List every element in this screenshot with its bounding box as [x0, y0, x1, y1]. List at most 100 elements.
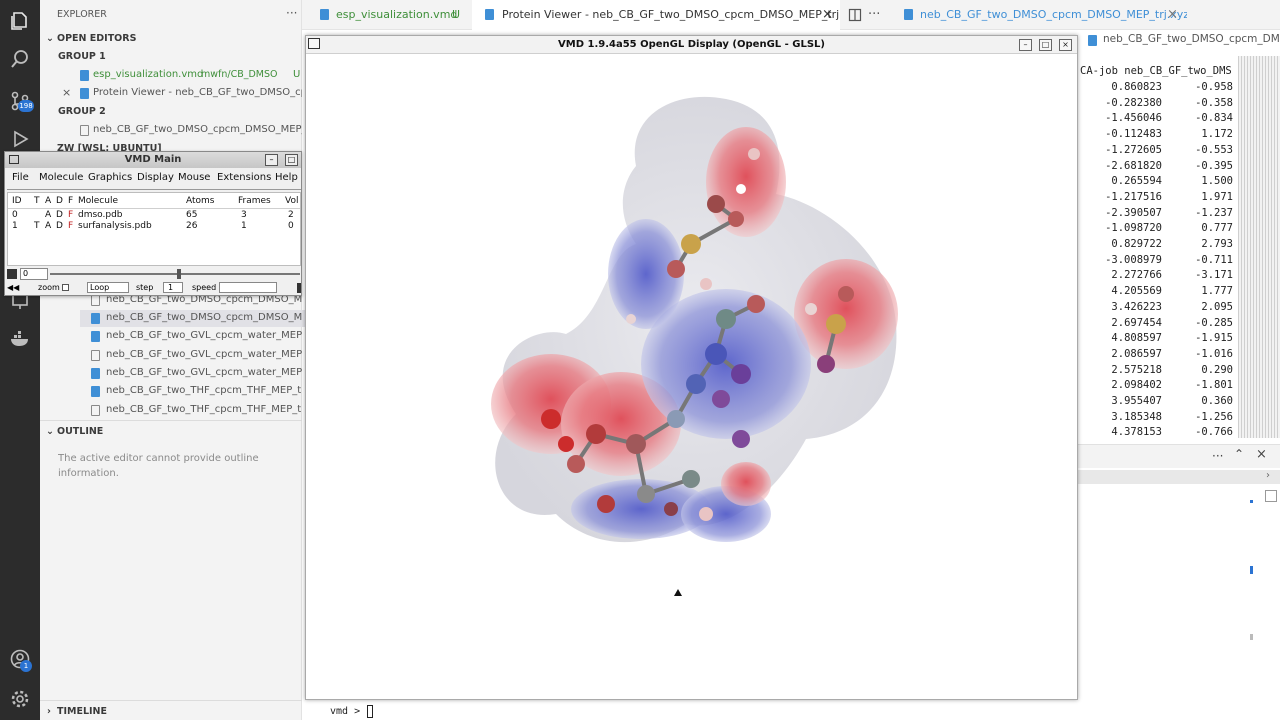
molecule-drawn[interactable]: D — [56, 221, 63, 231]
speed-slider[interactable] — [219, 282, 277, 293]
coordinate-y: -3.171 — [1195, 269, 1233, 282]
molecule-fixed[interactable]: F — [68, 210, 73, 220]
zoom-checkbox[interactable] — [62, 284, 69, 291]
more-actions-icon[interactable]: ··· — [868, 0, 888, 30]
open-editor-file[interactable]: neb_CB_GF_two_DMSO_cpcm_DMSO_MEP_trj.xyz — [93, 124, 302, 135]
tree-file[interactable]: neb_CB_GF_two_GVL_cpcm_water_MEP_trj.xyz — [106, 349, 302, 360]
open-editor-file[interactable]: Protein Viewer - neb_CB_GF_two_DMSO_cpcm… — [93, 87, 302, 98]
molecule-render-canvas[interactable] — [306, 54, 1077, 699]
vmd-main-window[interactable]: VMD Main – □ File Molecule Graphics Disp… — [4, 151, 302, 296]
loop-select[interactable]: Loop — [87, 282, 129, 293]
step-forward-icon[interactable] — [297, 283, 301, 293]
coordinate-y: 2.793 — [1201, 238, 1233, 250]
menu-graphics[interactable]: Graphics — [88, 172, 132, 183]
group1-header[interactable]: GROUP 1 — [58, 51, 106, 62]
close-icon[interactable]: × — [822, 0, 833, 30]
column-fixed: F — [68, 196, 74, 206]
open-editor-file[interactable]: esp_visualization.vmd — [93, 69, 203, 80]
coordinate-y: -0.395 — [1195, 159, 1233, 172]
divider — [40, 420, 302, 421]
tab-protein-viewer[interactable]: Protein Viewer - neb_CB_GF_two_DMSO_cpcm… — [472, 0, 840, 30]
molecule-active[interactable]: A — [45, 221, 51, 231]
window-title[interactable]: VMD 1.9.4a55 OpenGL Display (OpenGL - GL… — [306, 36, 1077, 54]
window-title[interactable]: VMD Main — [5, 152, 301, 168]
close-icon[interactable]: × — [62, 86, 71, 99]
menu-display[interactable]: Display — [137, 172, 174, 183]
chevron-right-icon[interactable]: › — [1266, 470, 1270, 481]
molecule-name[interactable]: dmso.pdb — [78, 210, 123, 220]
more-actions-icon[interactable]: ··· — [1212, 449, 1223, 463]
search-icon[interactable] — [8, 48, 32, 72]
column-active: A — [45, 196, 52, 206]
coordinate-x: -1.272605 — [1105, 143, 1162, 156]
comment-icon[interactable] — [1265, 490, 1277, 502]
tree-file[interactable]: neb_CB_GF_two_GVL_cpcm_water_MEP_trj.xyz — [106, 367, 302, 378]
file-icon — [320, 9, 329, 20]
close-icon[interactable]: × — [1059, 39, 1072, 51]
minimize-icon[interactable]: – — [265, 154, 278, 166]
molecule-name[interactable]: surfanalysis.pdb — [78, 221, 152, 231]
vmd-opengl-display-window[interactable]: VMD 1.9.4a55 OpenGL Display (OpenGL - GL… — [305, 35, 1078, 700]
molecule-list[interactable]: ID T A D F Molecule Atoms Frames Vol 0 A… — [7, 192, 301, 266]
settings-gear-icon[interactable] — [8, 688, 32, 712]
frame-input[interactable]: 0 — [20, 268, 48, 280]
file-icon — [1088, 35, 1097, 46]
molecule-drawn[interactable]: D — [56, 210, 63, 220]
more-actions-icon[interactable]: ··· — [286, 6, 297, 20]
molecule-id: 1 — [12, 221, 18, 231]
menu-mouse[interactable]: Mouse — [178, 172, 210, 183]
timeline-header[interactable]: TIMELINE — [57, 706, 107, 717]
chevron-down-icon[interactable]: ⌄ — [46, 426, 54, 437]
chevron-right-icon[interactable]: › — [47, 706, 51, 717]
molecule-fixed[interactable]: F — [68, 221, 73, 231]
speed-label: speed — [192, 283, 217, 292]
xyz-file-content: CA-job neb_CB_GF_two_DMS 0.860823 -0.958 -… — [1078, 46, 1280, 442]
menu-help[interactable]: Help — [275, 172, 298, 183]
menu-file[interactable]: File — [12, 172, 29, 183]
frame-slider-track[interactable] — [50, 273, 300, 275]
step-back-icon[interactable]: ◀◀ — [7, 283, 19, 293]
open-editors-header[interactable]: OPEN EDITORS — [57, 33, 136, 44]
docker-icon[interactable] — [8, 328, 32, 352]
coordinate-x: -0.112483 — [1105, 128, 1162, 141]
tab-esp-visualization[interactable]: esp_visualization.vmd U — [310, 0, 470, 30]
tree-file[interactable]: neb_CB_GF_two_THF_cpcm_THF_MEP_trj.xyz — [106, 385, 302, 396]
coordinate-x: 2.697454 — [1111, 316, 1162, 329]
close-icon[interactable]: × — [1167, 0, 1178, 30]
molecule-active[interactable]: A — [45, 210, 51, 220]
terminal-cursor[interactable] — [367, 705, 373, 718]
minimap[interactable] — [1238, 56, 1280, 438]
frame-slider-handle[interactable] — [177, 269, 181, 279]
tab-xyz-file[interactable]: neb_CB_GF_two_DMSO_cpcm_DMSO_MEP_trj.xyz… — [897, 0, 1187, 30]
maximize-icon[interactable]: □ — [1039, 39, 1052, 51]
breadcrumb[interactable]: neb_CB_GF_two_DMSO_cpcm_DMSO_MEP_trj.xyz — [1103, 33, 1280, 45]
tree-file[interactable]: neb_CB_GF_two_DMSO_cpcm_DMSO_MEP_trj.xyz — [106, 312, 302, 323]
close-icon[interactable]: × — [1256, 447, 1267, 462]
molecule-top[interactable]: T — [34, 221, 40, 231]
go-to-start-icon[interactable] — [7, 269, 17, 279]
terminal-prompt: vmd > — [330, 706, 361, 717]
outline-header[interactable]: OUTLINE — [57, 426, 103, 437]
window-menu-icon[interactable] — [9, 155, 19, 164]
molecule-atoms: 65 — [186, 210, 198, 220]
group2-header[interactable]: GROUP 2 — [58, 106, 106, 117]
file-icon — [80, 70, 89, 81]
split-editor-icon[interactable] — [848, 0, 868, 30]
chevron-up-icon[interactable]: ⌃ — [1234, 447, 1244, 461]
tree-file[interactable]: neb_CB_GF_two_THF_cpcm_THF_MEP_trj.xyz — [106, 404, 302, 415]
account-badge: 1 — [20, 660, 32, 672]
tree-file[interactable]: neb_CB_GF_two_GVL_cpcm_water_MEP_trj.xyz — [106, 330, 302, 341]
panel-toolbar: › — [1078, 470, 1280, 484]
minimize-icon[interactable]: – — [1019, 39, 1032, 51]
coordinate-y: 2.095 — [1201, 300, 1233, 313]
window-menu-icon[interactable] — [308, 38, 320, 49]
explorer-title: EXPLORER — [57, 9, 107, 20]
run-debug-icon[interactable] — [8, 128, 32, 152]
scm-badge: 198 — [18, 100, 34, 112]
menu-extensions[interactable]: Extensions — [217, 172, 271, 183]
menu-molecule[interactable]: Molecule — [39, 172, 83, 183]
step-input[interactable]: 1 — [163, 282, 183, 293]
explorer-icon[interactable] — [8, 10, 32, 34]
maximize-icon[interactable]: □ — [285, 154, 298, 166]
chevron-down-icon[interactable]: ⌄ — [46, 33, 54, 44]
